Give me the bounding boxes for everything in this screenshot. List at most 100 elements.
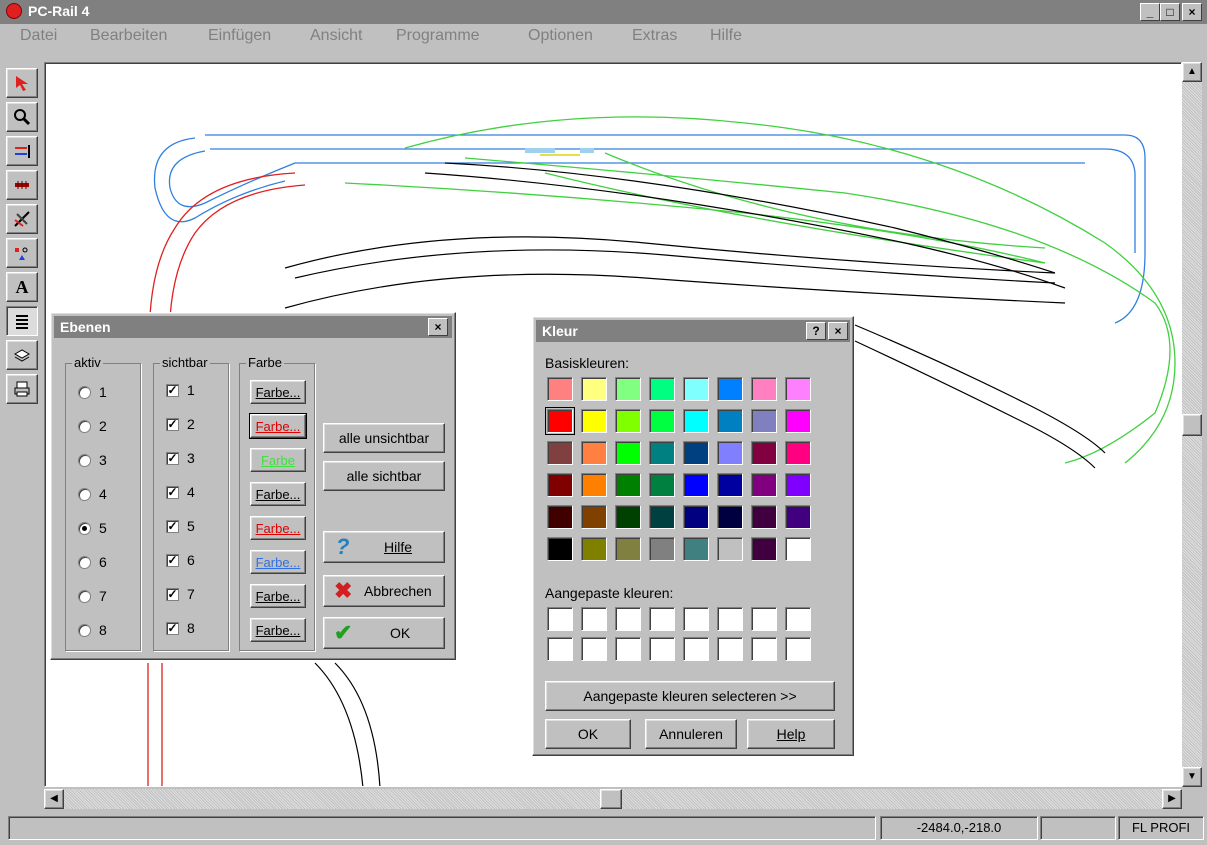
aktiv-row-4[interactable]: 4 [78,486,107,502]
sichtbar-row-7[interactable]: ✓ 7 [166,586,195,602]
custom-color-swatch[interactable] [547,607,573,631]
basic-color-swatch[interactable] [683,537,709,561]
sichtbar-row-2[interactable]: ✓ 2 [166,416,195,432]
minimize-button[interactable]: _ [1140,3,1160,21]
aktiv-radio-4[interactable] [78,487,91,501]
basic-color-swatch[interactable] [717,473,743,497]
aktiv-radio-3[interactable] [78,453,91,467]
kleur-close-button[interactable]: × [828,322,848,340]
aktiv-row-7[interactable]: 7 [78,588,107,604]
farbe-button-1[interactable]: Farbe... [250,380,306,404]
sichtbar-checkbox-4[interactable]: ✓ [166,485,179,499]
menu-extras[interactable]: Extras [632,24,677,48]
basic-color-swatch[interactable] [615,505,641,529]
farbe-button-2[interactable]: Farbe... [249,413,307,439]
basic-color-swatch[interactable] [615,473,641,497]
basic-color-swatch[interactable] [717,377,743,401]
basic-color-swatch[interactable] [615,537,641,561]
aktiv-row-5[interactable]: 5 [78,520,107,536]
basic-color-swatch[interactable] [751,473,777,497]
custom-color-swatch[interactable] [683,637,709,661]
basic-color-swatch[interactable] [717,441,743,465]
kleur-ok-button[interactable]: OK [545,719,631,749]
ebenen-close-button[interactable]: × [428,318,448,336]
scroll-right-arrow[interactable]: ▶ [1162,789,1182,809]
basic-color-swatch[interactable] [751,505,777,529]
custom-color-swatch[interactable] [717,607,743,631]
basic-color-swatch[interactable] [683,505,709,529]
farbe-button-3[interactable]: Farbe [250,448,306,472]
basic-color-swatch[interactable] [649,441,675,465]
custom-color-swatch[interactable] [717,637,743,661]
define-custom-colors-button[interactable]: Aangepaste kleuren selecteren >> [545,681,835,711]
aktiv-radio-5[interactable] [78,521,91,535]
farbe-button-5[interactable]: Farbe... [250,516,306,540]
custom-color-swatch[interactable] [547,637,573,661]
aktiv-row-2[interactable]: 2 [78,418,107,434]
aktiv-radio-1[interactable] [78,385,91,399]
vertical-scrollbar[interactable]: ▲ ▼ [1182,62,1202,787]
pointer-arrow-icon[interactable] [6,68,38,98]
basic-color-swatch[interactable] [751,441,777,465]
basic-color-swatch[interactable] [615,377,641,401]
menu-hilfe[interactable]: Hilfe [710,24,742,48]
custom-color-swatch[interactable] [785,637,811,661]
aktiv-radio-8[interactable] [78,623,91,637]
scroll-down-arrow[interactable]: ▼ [1182,767,1202,787]
track-segment-icon[interactable] [6,170,38,200]
basic-color-swatch[interactable] [547,473,573,497]
custom-color-swatch[interactable] [615,607,641,631]
ok-button[interactable]: ✔ OK [323,617,445,649]
basic-color-swatch[interactable] [785,441,811,465]
basic-color-swatch[interactable] [785,537,811,561]
sichtbar-row-1[interactable]: ✓ 1 [166,382,195,398]
basic-color-swatch[interactable] [581,441,607,465]
stack-icon[interactable] [6,340,38,370]
menu-datei[interactable]: Datei [20,24,57,48]
maximize-button[interactable]: □ [1160,3,1180,21]
aktiv-row-1[interactable]: 1 [78,384,107,400]
farbe-button-7[interactable]: Farbe... [250,584,306,608]
basic-color-swatch[interactable] [581,473,607,497]
all-visible-button[interactable]: alle sichtbar [323,461,445,491]
signal-icon[interactable] [6,238,38,268]
basic-color-swatch[interactable] [649,537,675,561]
sichtbar-row-4[interactable]: ✓ 4 [166,484,195,500]
aktiv-row-3[interactable]: 3 [78,452,107,468]
basic-color-swatch[interactable] [547,505,573,529]
sichtbar-checkbox-3[interactable]: ✓ [166,451,179,465]
basic-color-swatch[interactable] [683,441,709,465]
farbe-button-4[interactable]: Farbe... [250,482,306,506]
custom-color-swatch[interactable] [649,637,675,661]
basic-color-swatch[interactable] [751,409,777,433]
custom-color-swatch[interactable] [615,637,641,661]
basic-color-swatch[interactable] [581,377,607,401]
custom-color-swatch[interactable] [581,607,607,631]
cancel-button[interactable]: ✖ Abbrechen [323,575,445,607]
basic-color-swatch[interactable] [717,537,743,561]
basic-color-swatch[interactable] [581,537,607,561]
menu-programme[interactable]: Programme [396,24,480,48]
zoom-icon[interactable] [6,102,38,132]
sichtbar-checkbox-1[interactable]: ✓ [166,383,179,397]
basic-color-swatch[interactable] [683,377,709,401]
custom-color-swatch[interactable] [751,607,777,631]
basic-color-swatch[interactable] [581,409,607,433]
layers-icon[interactable] [6,306,38,336]
scroll-left-arrow[interactable]: ◀ [44,789,64,809]
aktiv-radio-2[interactable] [78,419,91,433]
basic-color-swatch[interactable] [581,505,607,529]
close-button[interactable]: × [1182,3,1202,21]
sichtbar-checkbox-8[interactable]: ✓ [166,621,179,635]
basic-color-swatch[interactable] [649,377,675,401]
sichtbar-row-6[interactable]: ✓ 6 [166,552,195,568]
vertical-scroll-thumb[interactable] [1182,414,1202,436]
basic-color-swatch[interactable] [547,441,573,465]
basic-color-swatch[interactable] [545,407,575,435]
basic-color-swatch[interactable] [717,505,743,529]
sichtbar-checkbox-5[interactable]: ✓ [166,519,179,533]
sichtbar-row-3[interactable]: ✓ 3 [166,450,195,466]
basic-color-swatch[interactable] [785,473,811,497]
aktiv-row-6[interactable]: 6 [78,554,107,570]
custom-color-swatch[interactable] [649,607,675,631]
